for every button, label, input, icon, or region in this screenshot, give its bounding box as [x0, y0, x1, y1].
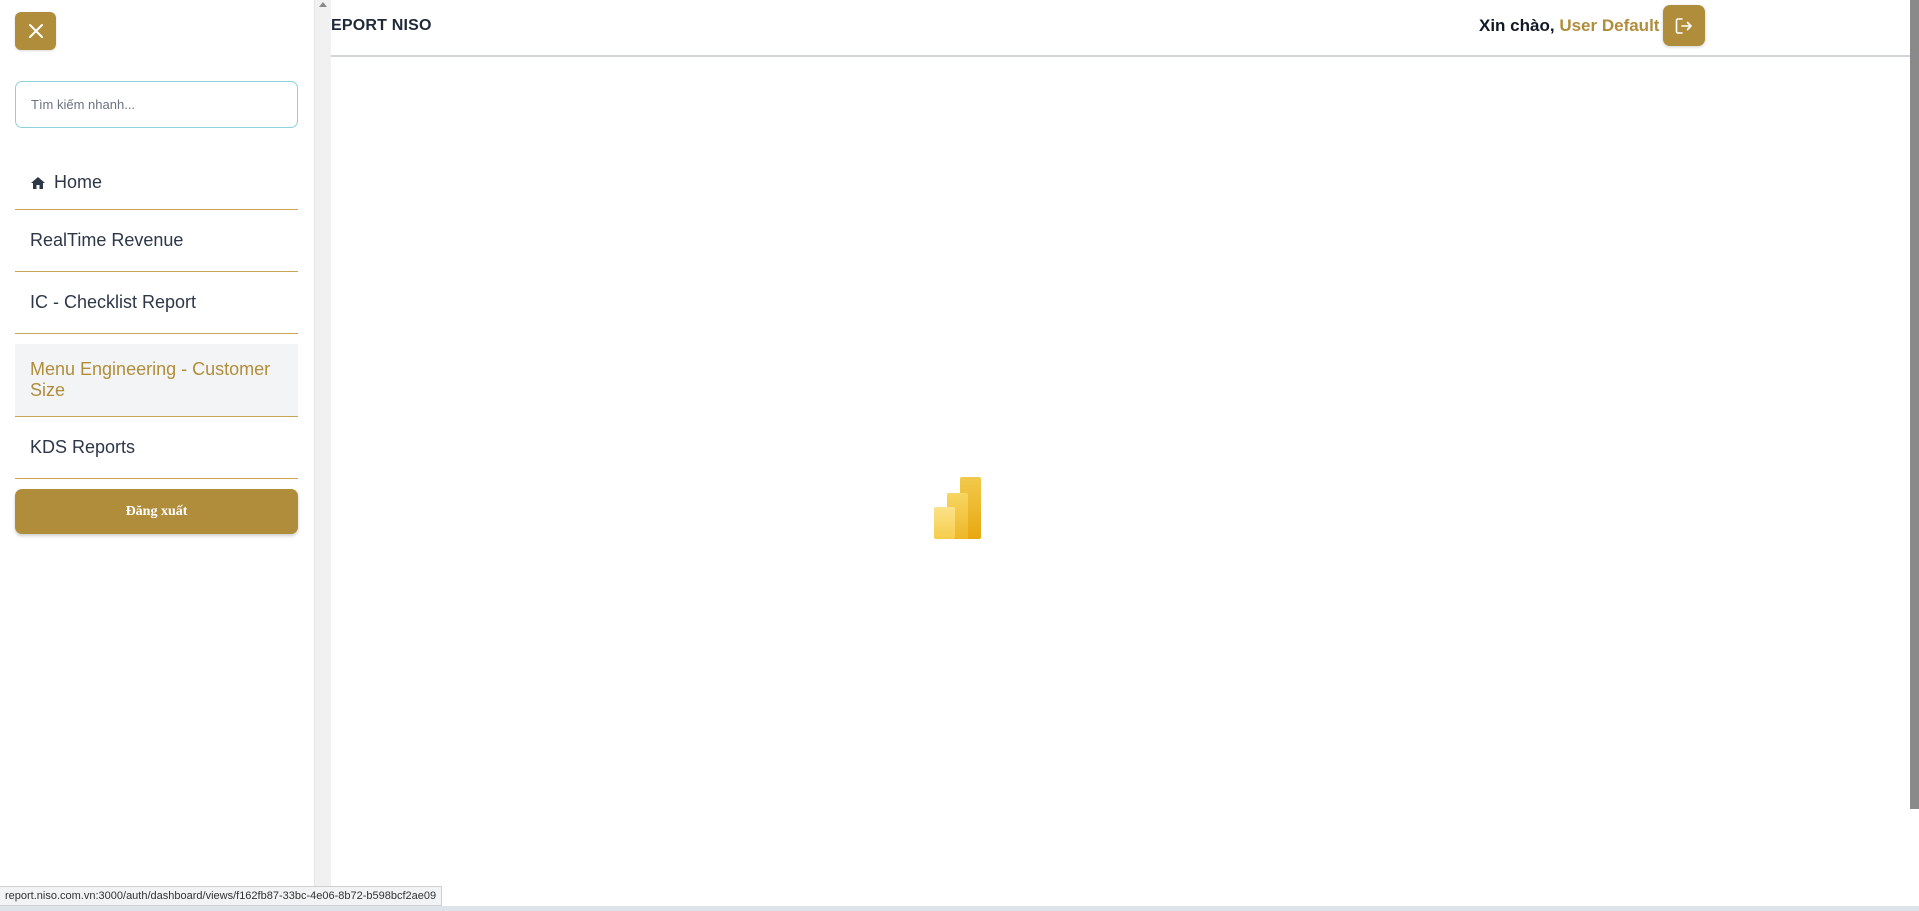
search-input[interactable]	[15, 81, 298, 128]
username: User Default	[1559, 16, 1660, 35]
close-sidebar-button[interactable]	[15, 12, 56, 50]
sidebar-item-menu-engineering-customer-size[interactable]: Menu Engineering - Customer Size	[15, 344, 298, 417]
sidebar-item-label: Menu Engineering - Customer Size	[30, 359, 271, 400]
sidebar-item-home[interactable]: Home	[15, 156, 298, 210]
page-scrollbar-thumb[interactable]	[1910, 0, 1919, 809]
sidebar-logout-button[interactable]: Đăng xuất	[15, 489, 298, 534]
dashboard-area	[331, 59, 1911, 909]
greeting: Xin chào, User Default	[1479, 16, 1659, 36]
sidebar-nav: Home RealTime Revenue IC - Checklist Rep…	[15, 156, 298, 479]
sidebar-scrollbar[interactable]	[314, 0, 331, 911]
bottom-border	[0, 906, 1919, 911]
sidebar-item-label: RealTime Revenue	[30, 230, 184, 250]
top-header: EPORT NISO Xin chào, User Default	[331, 0, 1911, 57]
logout-icon	[1675, 17, 1692, 34]
home-icon	[30, 176, 46, 190]
power-bi-logo-icon	[934, 477, 982, 544]
sidebar-item-ic-checklist-report[interactable]: IC - Checklist Report	[15, 272, 298, 334]
sidebar-item-kds-reports[interactable]: KDS Reports	[15, 417, 298, 479]
scroll-up-arrow-icon[interactable]	[319, 2, 327, 7]
close-icon	[28, 24, 43, 38]
sidebar: Home RealTime Revenue IC - Checklist Rep…	[0, 0, 314, 911]
status-bar-url: report.niso.com.vn:3000/auth/dashboard/v…	[0, 886, 443, 906]
sidebar-item-label: Home	[54, 172, 103, 192]
logout-label: Đăng xuất	[125, 503, 188, 519]
sidebar-item-label: IC - Checklist Report	[30, 292, 197, 312]
header-logout-button[interactable]	[1663, 5, 1705, 46]
greeting-prefix: Xin chào,	[1479, 16, 1555, 35]
sidebar-item-realtime-revenue[interactable]: RealTime Revenue	[15, 210, 298, 272]
brand-title: EPORT NISO	[331, 17, 432, 34]
sidebar-item-label: KDS Reports	[30, 437, 136, 457]
